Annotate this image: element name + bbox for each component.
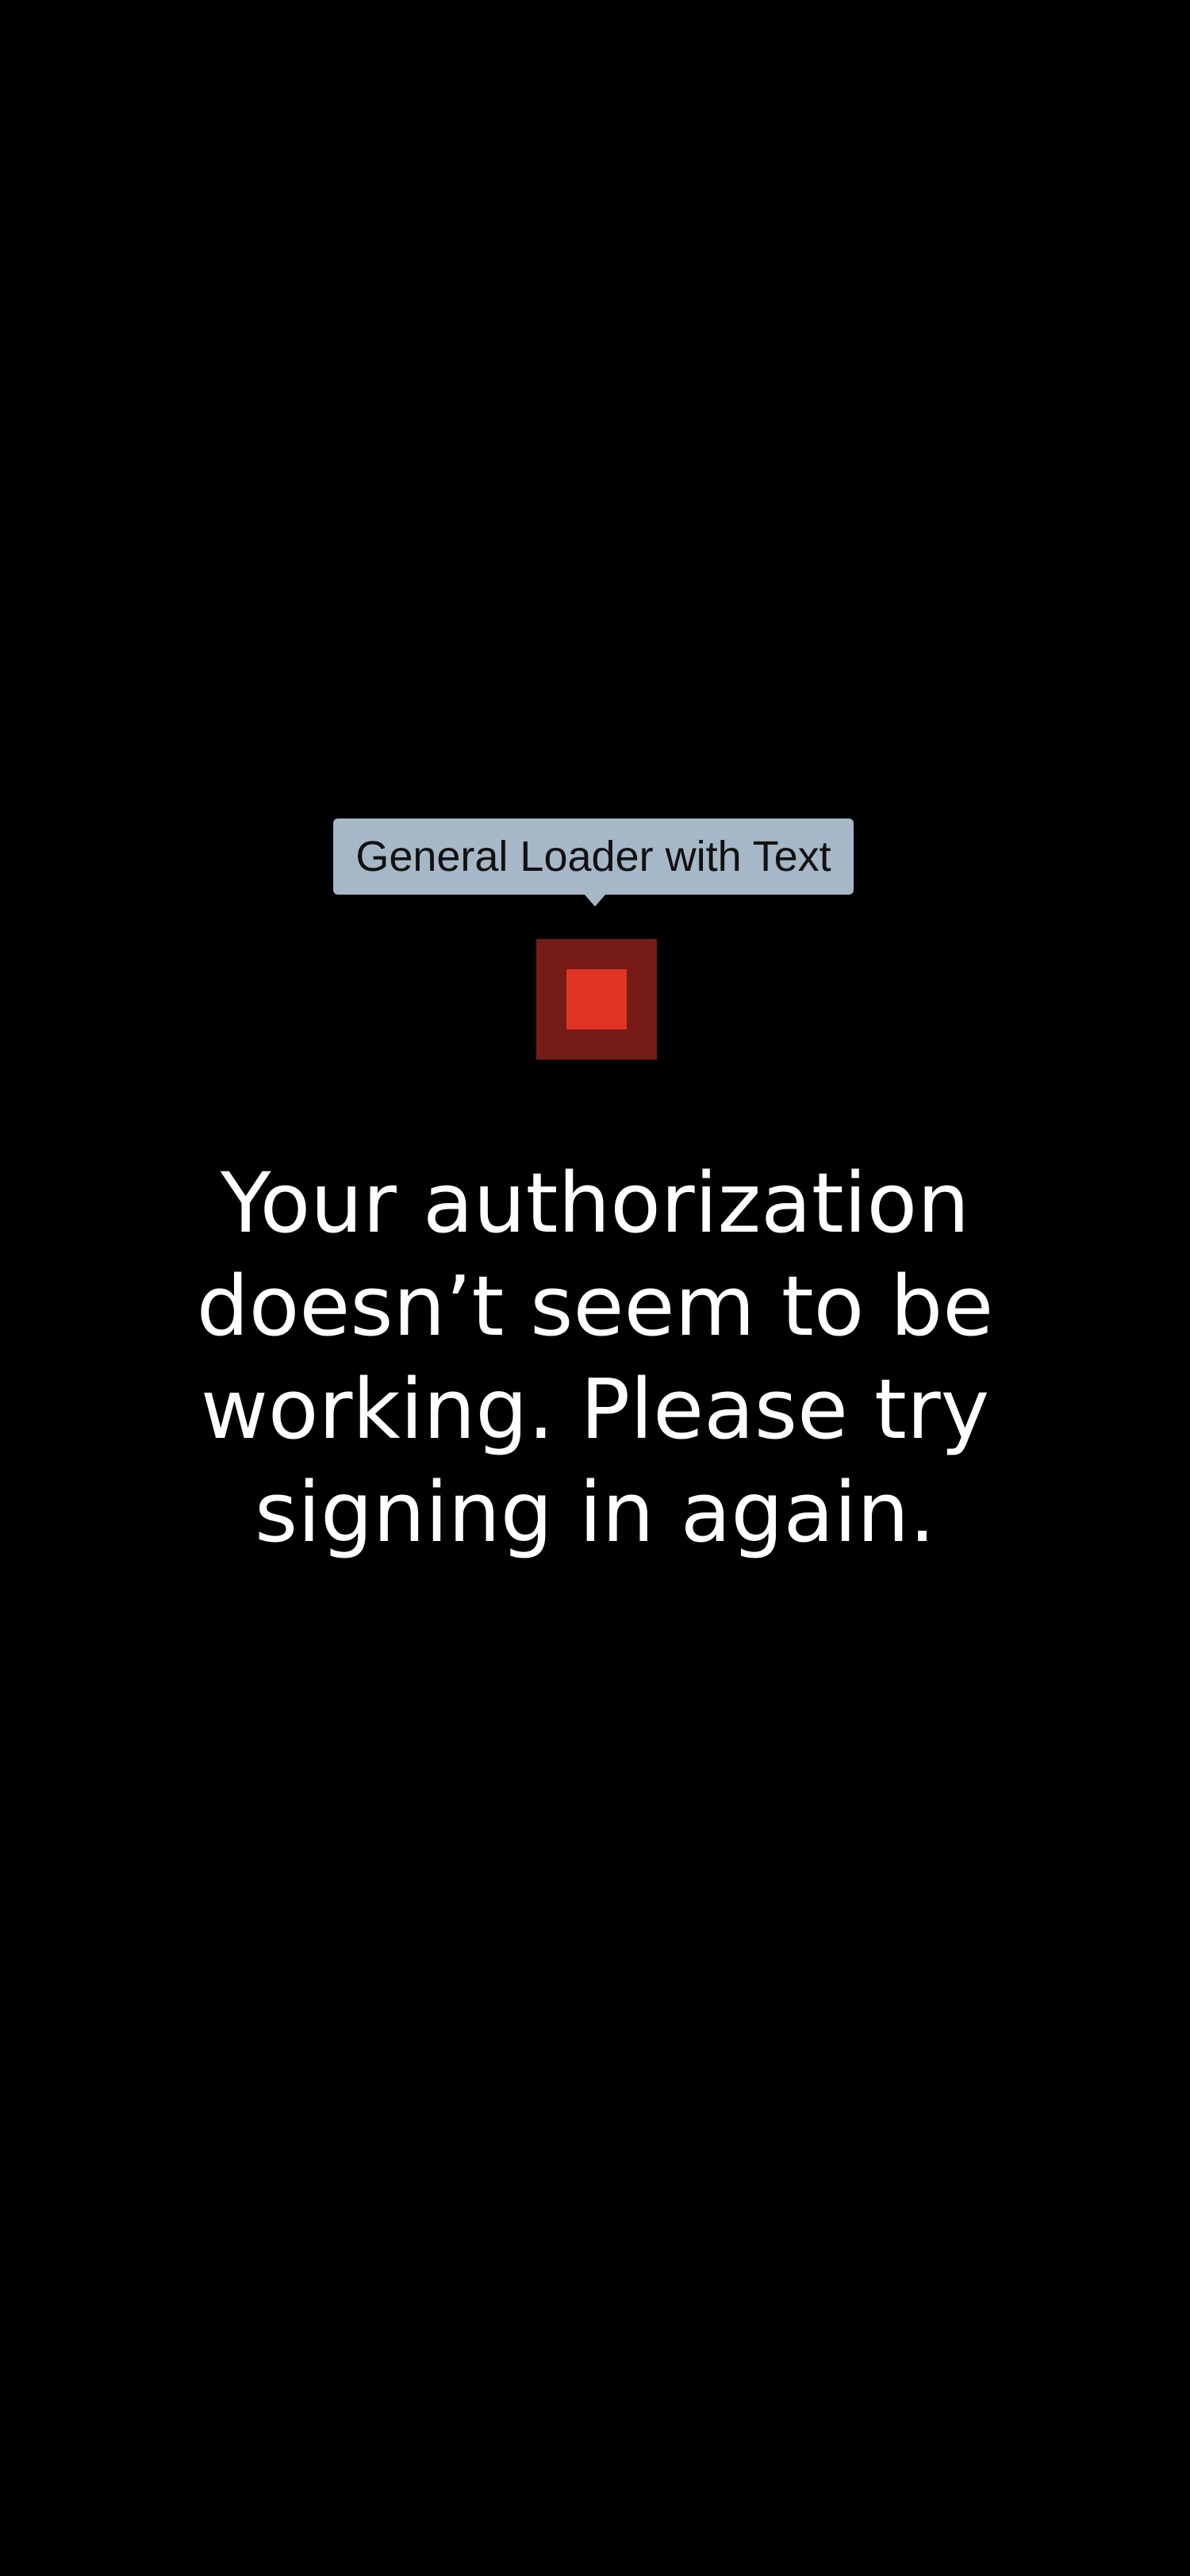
square-loader-icon bbox=[536, 939, 657, 1060]
loader-center-square bbox=[566, 969, 627, 1029]
loader-tooltip: General Loader with Text bbox=[333, 818, 854, 895]
tooltip-pointer-icon bbox=[584, 894, 606, 907]
authorization-error-screen: General Loader with Text Your authorizat… bbox=[0, 0, 1190, 2576]
loader-tooltip-label: General Loader with Text bbox=[355, 833, 831, 880]
authorization-error-message: Your authorization doesn’t seem to be wo… bbox=[196, 1155, 994, 1561]
